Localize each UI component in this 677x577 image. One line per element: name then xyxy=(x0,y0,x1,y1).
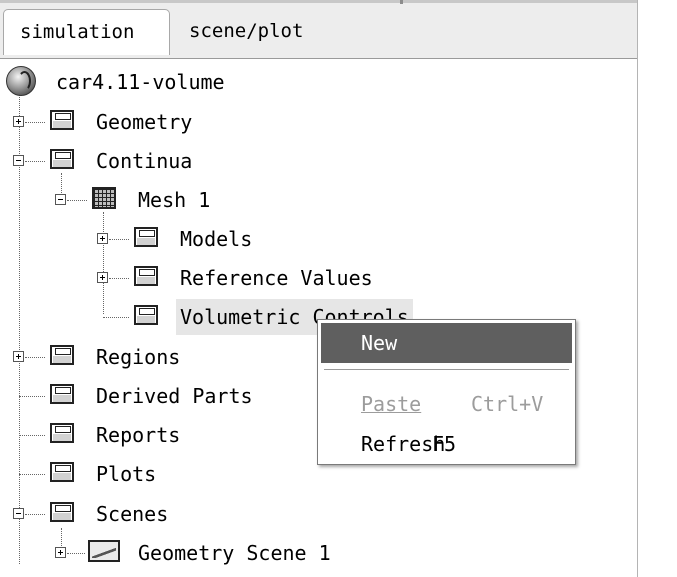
folder-icon xyxy=(134,227,158,247)
tree-item-models[interactable]: Models xyxy=(0,221,320,257)
tree-line xyxy=(109,278,129,279)
tree-item-continua[interactable]: Continua xyxy=(0,143,300,179)
expand-icon[interactable] xyxy=(13,351,24,362)
tree-line xyxy=(109,239,129,240)
folder-icon xyxy=(50,110,74,130)
tree-item-label: Plots xyxy=(96,462,157,486)
tree-line xyxy=(25,122,45,123)
tree-item-label: Models xyxy=(180,227,253,251)
tree-line xyxy=(25,161,45,162)
collapse-icon[interactable] xyxy=(55,194,66,205)
folder-icon xyxy=(50,384,74,404)
menu-item-shortcut: Ctrl+V xyxy=(471,392,544,416)
tree-line xyxy=(67,553,85,554)
tab-label: scene/plot xyxy=(189,20,304,42)
tree-item-label: Continua xyxy=(96,149,193,173)
folder-icon xyxy=(50,345,74,365)
tree-line xyxy=(103,317,129,318)
tree-item-plots[interactable]: Plots xyxy=(0,456,300,492)
globe-icon xyxy=(6,66,36,96)
context-menu: New Paste Ctrl+V Refresh F5 xyxy=(317,319,576,465)
collapse-icon[interactable] xyxy=(13,508,24,519)
tree-line xyxy=(19,474,45,475)
tree-item-label: Regions xyxy=(96,345,181,369)
panel-right-border xyxy=(637,0,638,577)
folder-icon xyxy=(50,423,74,443)
tree-item-label: Reports xyxy=(96,423,181,447)
tree-item-label: Derived Parts xyxy=(96,384,253,408)
tree-item-label: Geometry xyxy=(96,110,193,134)
mesh-icon xyxy=(92,187,116,209)
folder-icon xyxy=(134,305,158,325)
collapse-icon[interactable] xyxy=(13,155,24,166)
scene-icon xyxy=(88,540,120,562)
tree-line xyxy=(67,200,87,201)
tree-line xyxy=(19,396,45,397)
tab-bar: simulation scene/plot xyxy=(0,0,637,59)
tab-label: simulation xyxy=(20,21,135,43)
folder-icon xyxy=(50,149,74,169)
tree-item-label: Mesh 1 xyxy=(138,188,211,212)
expand-icon[interactable] xyxy=(13,116,24,127)
tab-bar-divider xyxy=(400,0,403,4)
expand-icon[interactable] xyxy=(97,272,108,283)
tree-item-derived-parts[interactable]: Derived Parts xyxy=(0,378,300,414)
tree-item-mesh-1[interactable]: Mesh 1 xyxy=(0,182,300,218)
tree-item-label: Reference Values xyxy=(180,266,373,290)
folder-icon xyxy=(50,462,74,482)
folder-icon xyxy=(134,266,158,286)
tab-bar-top-border xyxy=(0,0,637,3)
tree-item-reference-values[interactable]: Reference Values xyxy=(0,260,420,296)
tree-line xyxy=(25,357,45,358)
menu-item-refresh[interactable]: Refresh F5 xyxy=(321,424,572,464)
tree-item-label: Geometry Scene 1 xyxy=(138,541,331,565)
menu-item-label: Paste xyxy=(361,392,422,416)
expand-icon[interactable] xyxy=(55,547,66,558)
menu-item-label: New xyxy=(361,331,398,355)
tree-line xyxy=(19,435,45,436)
folder-icon xyxy=(50,502,74,522)
menu-separator xyxy=(324,369,569,371)
tree-root-label: car4.11-volume xyxy=(56,70,225,94)
tree-item-geometry-scene-1[interactable]: Geometry Scene 1 xyxy=(0,535,400,571)
tree-item-reports[interactable]: Reports xyxy=(0,417,300,453)
menu-item-shortcut: F5 xyxy=(432,432,457,456)
tree-line xyxy=(25,514,45,515)
expand-icon[interactable] xyxy=(97,233,108,244)
tab-simulation[interactable]: simulation xyxy=(3,9,170,55)
tree-item-regions[interactable]: Regions xyxy=(0,339,300,375)
tree-item-geometry[interactable]: Geometry xyxy=(0,104,300,140)
tree-item-label: Scenes xyxy=(96,502,169,526)
tree-root[interactable]: car4.11-volume xyxy=(0,64,300,100)
menu-item-new[interactable]: New xyxy=(321,323,572,363)
menu-item-paste[interactable]: Paste Ctrl+V xyxy=(321,384,572,424)
tab-scene-plot[interactable]: scene/plot xyxy=(173,9,343,53)
tree-item-scenes[interactable]: Scenes xyxy=(0,496,300,532)
